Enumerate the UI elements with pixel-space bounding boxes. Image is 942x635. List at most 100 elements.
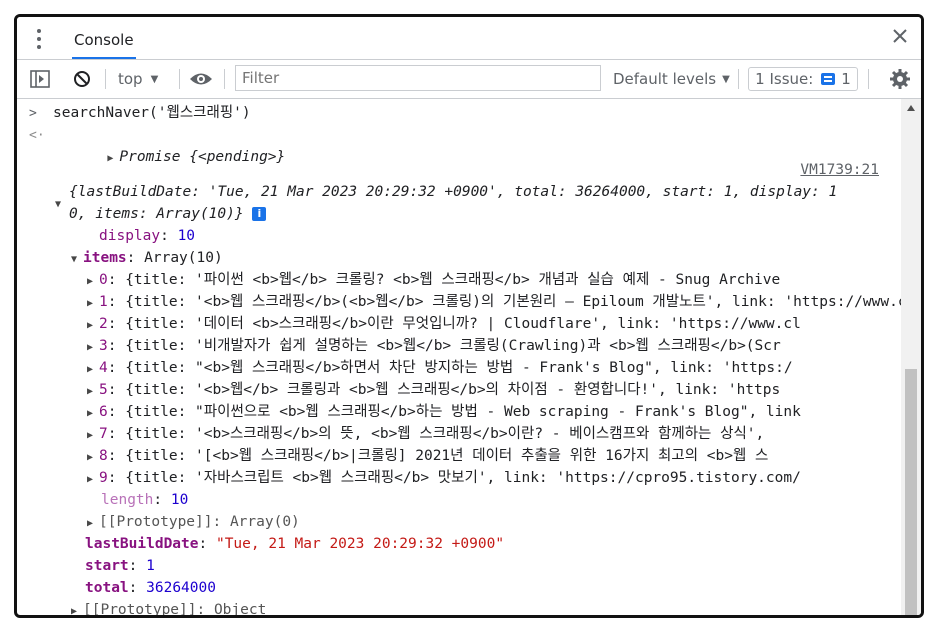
item-preview: {title: '<b>웹</b> 크롤링과 <b>웹 스크래핑</b>의 차이… — [125, 382, 781, 398]
live-expression-eye-icon[interactable] — [189, 60, 213, 98]
settings-gear-icon[interactable] — [889, 60, 911, 98]
list-item[interactable]: ▶ 4: {title: "<b>웹 스크래핑</b>하면서 차단 방지하는 방법… — [87, 357, 793, 379]
issues-button[interactable]: 1 Issue: 1 — [748, 67, 858, 91]
prop-total: total: 36264000 — [85, 580, 216, 596]
more-tabs-icon[interactable] — [35, 29, 43, 49]
prop-length: length: 10 — [101, 492, 189, 508]
source-location-link[interactable]: VM1739:21 — [800, 159, 879, 181]
expand-triangle-icon: ▶ — [71, 606, 78, 617]
tab-bar: Console — [17, 17, 921, 60]
prop-prototype-object[interactable]: ▶ [[Prototype]]: Object — [71, 599, 267, 618]
expand-triangle-icon: ▶ — [87, 298, 94, 309]
list-item[interactable]: ▶ 7: {title: '<b>스크래핑</b>의 뜻, <b>웹 스크래핑</… — [87, 423, 764, 445]
prop-value: 10 — [177, 228, 196, 244]
item-preview: {title: '[<b>웹 스크래핑</b>|크롤링] 2021년 데이터 추… — [125, 448, 769, 464]
item-preview: {title: '파이썬 <b>웹</b> 크롤링? <b>웹 스크래핑</b>… — [125, 272, 781, 288]
prop-value: Array(10) — [144, 250, 223, 266]
toolbar-divider — [868, 69, 869, 89]
item-preview: {title: '자바스크립트 <b>웹 스크래핑</b> 맛보기', link… — [125, 470, 801, 486]
summary-line2-text: 0, items: Array(10)} — [69, 206, 244, 222]
item-index: 4 — [99, 360, 108, 376]
item-index: 0 — [99, 272, 108, 288]
list-item[interactable]: ▶ 9: {title: '자바스크립트 <b>웹 스크래핑</b> 맛보기', … — [87, 467, 801, 489]
list-item[interactable]: ▶ 6: {title: "파이썬으로 <b>웹 스크래핑</b>하는 방법 - … — [87, 401, 801, 423]
expand-triangle-icon: ▶ — [87, 320, 94, 331]
issue-message-icon — [821, 73, 836, 85]
prop-items[interactable]: ▼ items: Array(10) — [71, 247, 223, 269]
item-preview: {title: '비개발자가 쉽게 설명하는 <b>웹</b> 크롤링(Craw… — [125, 338, 781, 354]
context-selector[interactable]: top ▼ — [118, 60, 158, 98]
item-index: 3 — [99, 338, 108, 354]
tab-console[interactable]: Console — [72, 17, 136, 59]
console-input-command[interactable]: searchNaver('웹스크래핑') — [53, 102, 251, 124]
issues-count: 1 — [841, 70, 851, 88]
log-levels-selector[interactable]: Default levels ▼ — [613, 60, 730, 98]
levels-label: Default levels — [613, 70, 717, 88]
sidebar-toggle-icon[interactable] — [29, 60, 51, 98]
input-prompt-icon: > — [29, 106, 37, 121]
prototype-text: [[Prototype]]: Array(0) — [99, 514, 300, 530]
expand-triangle-icon: ▶ — [87, 276, 94, 287]
list-item[interactable]: ▶ 8: {title: '[<b>웹 스크래핑</b>|크롤링] 2021년 데… — [87, 445, 768, 467]
prop-key: display — [99, 228, 161, 244]
list-item[interactable]: ▶ 2: {title: '데이터 <b>스크래핑</b>이란 무엇입니까? | … — [87, 313, 801, 335]
prop-key: items — [83, 250, 127, 266]
prop-key: start — [85, 558, 129, 574]
expand-triangle-icon: ▶ — [87, 408, 94, 419]
expand-triangle-icon: ▶ — [87, 474, 94, 485]
expand-triangle-icon: ▶ — [87, 430, 94, 441]
clear-console-icon[interactable] — [71, 60, 93, 98]
expand-triangle-icon: ▶ — [107, 153, 114, 164]
item-index: 5 — [99, 382, 108, 398]
devtools-window: Console top ▼ Default levels ▼ — [14, 14, 924, 618]
item-preview: {title: "<b>웹 스크래핑</b>하면서 차단 방지하는 방법 - F… — [125, 360, 793, 376]
close-icon[interactable] — [889, 25, 911, 47]
toolbar-divider — [179, 69, 180, 89]
prop-value: "Tue, 21 Mar 2023 20:29:32 +0900" — [215, 536, 505, 552]
list-item[interactable]: ▶ 3: {title: '비개발자가 쉽게 설명하는 <b>웹</b> 크롤링(… — [87, 335, 781, 357]
expand-triangle-icon: ▶ — [87, 364, 94, 375]
object-summary-line2[interactable]: 0, items: Array(10)} i — [69, 203, 267, 225]
prop-display: display: 10 — [99, 228, 196, 244]
info-icon[interactable]: i — [252, 207, 267, 221]
prop-key: total — [85, 580, 129, 596]
expand-triangle-icon: ▶ — [87, 386, 94, 397]
object-summary-line1[interactable]: {lastBuildDate: 'Tue, 21 Mar 2023 20:29:… — [69, 181, 837, 203]
list-item[interactable]: ▶ 5: {title: '<b>웹</b> 크롤링과 <b>웹 스크래핑</b>… — [87, 379, 780, 401]
item-index: 6 — [99, 404, 108, 420]
prop-key: length — [101, 492, 154, 508]
promise-text: Promise {<pending>} — [119, 149, 286, 165]
prop-prototype-array[interactable]: ▶ [[Prototype]]: Array(0) — [87, 511, 300, 533]
item-index: 7 — [99, 426, 108, 442]
result-arrow-icon: <· — [29, 128, 45, 143]
toolbar-divider — [738, 69, 739, 89]
filter-input[interactable] — [235, 65, 601, 91]
context-label: top — [118, 70, 143, 88]
expand-triangle-icon: ▶ — [87, 342, 94, 353]
scroll-up-arrow-icon[interactable] — [907, 105, 915, 111]
item-preview: {title: '<b>웹 스크래핑</b>(<b>웹</b> 크롤링)의 기본… — [125, 294, 901, 310]
object-collapse-triangle-icon[interactable]: ▼ — [55, 192, 67, 214]
list-item[interactable]: ▶ 0: {title: '파이썬 <b>웹</b> 크롤링? <b>웹 스크래핑… — [87, 269, 780, 291]
expand-triangle-icon: ▶ — [87, 452, 94, 463]
promise-result[interactable]: ▶ Promise {<pending>} — [55, 124, 285, 165]
console-output: > searchNaver('웹스크래핑') <· ▶ Promise {<pen… — [17, 99, 901, 618]
prop-start: start: 1 — [85, 558, 155, 574]
item-index: 9 — [99, 470, 108, 486]
dropdown-arrow-icon: ▼ — [150, 73, 159, 85]
prop-value: 36264000 — [146, 580, 216, 596]
scrollbar-thumb[interactable] — [905, 369, 917, 615]
item-preview: {title: "파이썬으로 <b>웹 스크래핑</b>하는 방법 - Web … — [125, 404, 801, 420]
prop-value: 10 — [170, 492, 189, 508]
toolbar-divider — [224, 69, 225, 89]
console-toolbar: top ▼ Default levels ▼ 1 Issue: 1 — [17, 60, 921, 99]
list-item[interactable]: ▶ 1: {title: '<b>웹 스크래핑</b>(<b>웹</b> 크롤링)… — [87, 291, 901, 313]
item-index: 1 — [99, 294, 108, 310]
item-index: 2 — [99, 316, 108, 332]
prototype-text: [[Prototype]]: Object — [83, 602, 267, 618]
dropdown-arrow-icon: ▼ — [722, 73, 730, 85]
prop-value: 1 — [146, 558, 155, 574]
expand-triangle-icon: ▶ — [87, 518, 94, 529]
prop-key: lastBuildDate — [85, 536, 199, 552]
vertical-scrollbar[interactable] — [901, 99, 921, 615]
